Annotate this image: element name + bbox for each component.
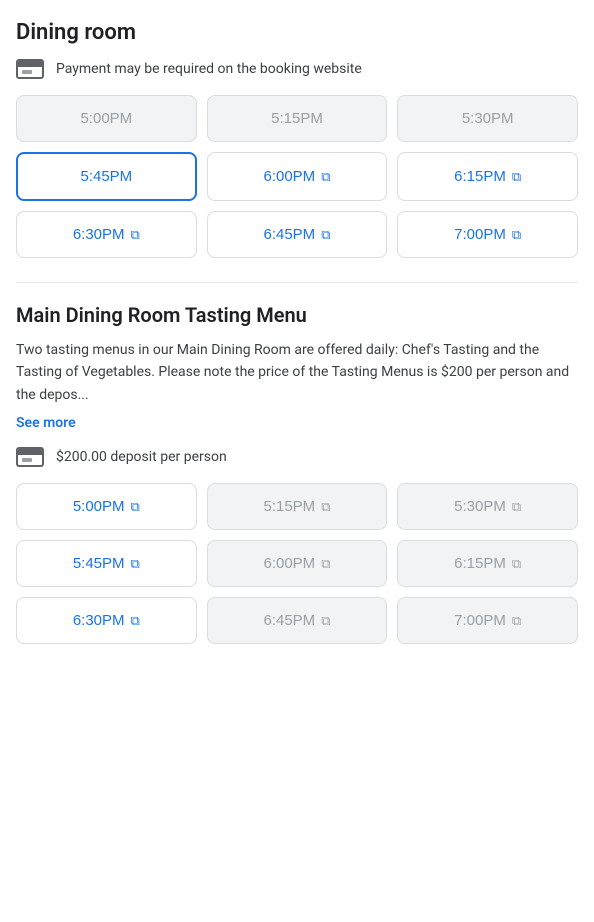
external-link-icon: ⧉ (321, 556, 330, 572)
external-link-icon: ⧉ (512, 227, 521, 243)
time-slot-615pm-2[interactable]: 6:15PM ⧉ (397, 540, 578, 587)
external-link-icon: ⧉ (512, 556, 521, 572)
payment-notice-text-1: Payment may be required on the booking w… (56, 61, 362, 77)
external-link-icon: ⧉ (131, 556, 140, 572)
time-slot-530pm-2[interactable]: 5:30PM ⧉ (397, 483, 578, 530)
external-link-icon: ⧉ (321, 613, 330, 629)
time-slot-545pm-1[interactable]: 5:45PM (16, 152, 197, 201)
time-grid-2: 5:00PM ⧉ 5:15PM ⧉ 5:30PM ⧉ 5:45PM ⧉ 6:00… (16, 483, 578, 644)
see-more-link[interactable]: See more (16, 415, 76, 431)
section2-description: Two tasting menus in our Main Dining Roo… (16, 339, 578, 406)
external-link-icon: ⧉ (512, 169, 521, 185)
credit-card-icon-1 (16, 59, 44, 79)
external-link-icon: ⧉ (321, 227, 330, 243)
time-slot-645pm-2[interactable]: 6:45PM ⧉ (207, 597, 388, 644)
time-grid-1: 5:00PM 5:15PM 5:30PM 5:45PM 6:00PM ⧉ 6:1… (16, 95, 578, 258)
time-slot-545pm-2[interactable]: 5:45PM ⧉ (16, 540, 197, 587)
time-slot-530pm-1[interactable]: 5:30PM (397, 95, 578, 142)
time-slot-645pm-1[interactable]: 6:45PM ⧉ (207, 211, 388, 258)
section2-title: Main Dining Room Tasting Menu (16, 303, 578, 327)
external-link-icon: ⧉ (131, 613, 140, 629)
time-slot-630pm-1[interactable]: 6:30PM ⧉ (16, 211, 197, 258)
time-slot-515pm-1[interactable]: 5:15PM (207, 95, 388, 142)
credit-card-icon-2 (16, 447, 44, 467)
section1-title: Dining room (16, 20, 578, 45)
external-link-icon: ⧉ (131, 227, 140, 243)
time-slot-700pm-1[interactable]: 7:00PM ⧉ (397, 211, 578, 258)
section-divider (16, 282, 578, 283)
time-slot-615pm-1[interactable]: 6:15PM ⧉ (397, 152, 578, 201)
deposit-notice-text: $200.00 deposit per person (56, 449, 227, 465)
time-slot-500pm-1[interactable]: 5:00PM (16, 95, 197, 142)
external-link-icon: ⧉ (321, 499, 330, 515)
time-slot-500pm-2[interactable]: 5:00PM ⧉ (16, 483, 197, 530)
external-link-icon: ⧉ (131, 499, 140, 515)
time-slot-700pm-2[interactable]: 7:00PM ⧉ (397, 597, 578, 644)
external-link-icon: ⧉ (321, 169, 330, 185)
time-slot-600pm-2[interactable]: 6:00PM ⧉ (207, 540, 388, 587)
time-slot-630pm-2[interactable]: 6:30PM ⧉ (16, 597, 197, 644)
time-slot-600pm-1[interactable]: 6:00PM ⧉ (207, 152, 388, 201)
time-slot-515pm-2[interactable]: 5:15PM ⧉ (207, 483, 388, 530)
external-link-icon: ⧉ (512, 613, 521, 629)
external-link-icon: ⧉ (512, 499, 521, 515)
deposit-notice: $200.00 deposit per person (16, 447, 578, 467)
payment-notice-1: Payment may be required on the booking w… (16, 59, 578, 79)
